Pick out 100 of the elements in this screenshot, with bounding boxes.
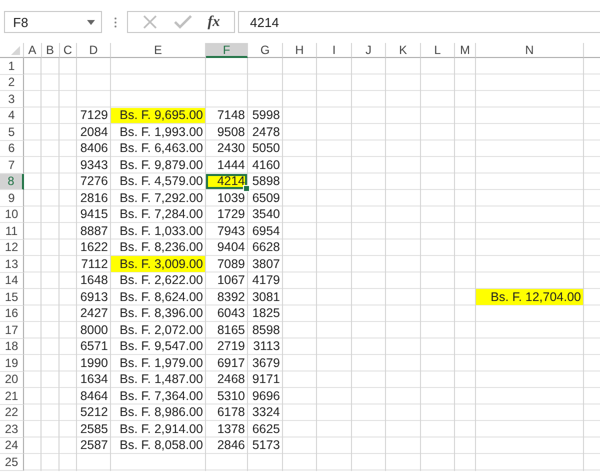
table-cell[interactable]: 1067 <box>206 272 247 288</box>
row-header[interactable]: 10 <box>0 206 24 223</box>
table-cell[interactable]: 4214 <box>206 174 247 189</box>
cancel-icon[interactable] <box>142 14 158 30</box>
column-header[interactable]: C <box>60 43 77 58</box>
row-header[interactable]: 12 <box>0 240 24 256</box>
table-cell[interactable]: 7148 <box>206 108 247 123</box>
table-cell[interactable]: Bs. F. 8,236.00 <box>111 240 205 255</box>
table-cell[interactable]: Bs. F. 2,914.00 <box>111 421 205 436</box>
table-cell[interactable]: 8406 <box>77 140 110 156</box>
table-cell[interactable]: Bs. F. 8,058.00 <box>111 438 205 453</box>
table-cell[interactable]: 9508 <box>206 124 247 140</box>
table-cell[interactable]: 1039 <box>206 190 247 206</box>
table-cell[interactable]: 2585 <box>77 421 110 436</box>
row-header[interactable]: 21 <box>0 388 24 404</box>
row-header[interactable]: 8 <box>0 174 24 190</box>
table-cell[interactable]: 8000 <box>77 322 110 338</box>
table-cell[interactable]: 3081 <box>248 289 282 304</box>
table-cell[interactable]: 5050 <box>248 140 282 156</box>
row-header[interactable]: 22 <box>0 404 24 421</box>
table-cell[interactable]: 2430 <box>206 140 247 156</box>
table-cell[interactable]: 4179 <box>248 272 282 288</box>
table-cell[interactable]: 8887 <box>77 223 110 238</box>
table-cell[interactable]: Bs. F. 3,009.00 <box>111 256 205 272</box>
row-header[interactable]: 20 <box>0 372 24 388</box>
table-cell[interactable]: Bs. F. 8,986.00 <box>111 404 205 420</box>
table-cell[interactable]: 9171 <box>248 372 282 387</box>
table-cell[interactable]: 9415 <box>77 206 110 222</box>
column-header[interactable]: B <box>42 43 60 58</box>
table-cell[interactable]: 5898 <box>248 174 282 189</box>
table-cell[interactable]: 6913 <box>77 289 110 304</box>
table-cell[interactable]: 2816 <box>77 190 110 206</box>
table-cell[interactable]: Bs. F. 1,487.00 <box>111 372 205 387</box>
table-cell[interactable]: 5212 <box>77 404 110 420</box>
table-cell[interactable]: Bs. F. 6,463.00 <box>111 140 205 156</box>
column-header[interactable]: F <box>206 43 248 58</box>
table-cell[interactable]: 7276 <box>77 174 110 189</box>
row-header[interactable]: 25 <box>0 454 24 470</box>
name-box[interactable]: F8 <box>4 11 102 33</box>
table-cell[interactable]: 2719 <box>206 338 247 354</box>
table-cell[interactable]: Bs. F. 9,695.00 <box>111 108 205 123</box>
column-header[interactable]: K <box>386 43 421 58</box>
check-icon[interactable] <box>174 15 192 29</box>
row-header[interactable]: 23 <box>0 421 24 438</box>
table-cell[interactable]: 8392 <box>206 289 247 304</box>
row-header[interactable]: 1 <box>0 58 24 74</box>
table-cell[interactable]: 7943 <box>206 223 247 238</box>
select-all-corner[interactable] <box>0 43 24 58</box>
table-cell[interactable]: 3679 <box>248 355 282 370</box>
row-header[interactable]: 17 <box>0 322 24 338</box>
row-header[interactable]: 7 <box>0 157 24 174</box>
table-cell[interactable]: 6954 <box>248 223 282 238</box>
table-cell[interactable]: Bs. F. 1,033.00 <box>111 223 205 238</box>
table-cell[interactable]: 9404 <box>206 240 247 255</box>
table-cell[interactable]: 4160 <box>248 157 282 172</box>
table-cell[interactable]: 6625 <box>248 421 282 436</box>
table-cell[interactable]: 7112 <box>77 256 110 272</box>
table-cell[interactable]: 5310 <box>206 388 247 404</box>
table-cell[interactable]: 6509 <box>248 190 282 206</box>
table-cell[interactable]: 8464 <box>77 388 110 404</box>
row-header[interactable]: 19 <box>0 355 24 372</box>
table-cell[interactable]: 1648 <box>77 272 110 288</box>
table-cell[interactable]: 1444 <box>206 157 247 172</box>
more-options-icon[interactable] <box>114 16 117 28</box>
table-cell[interactable]: 8598 <box>248 322 282 338</box>
table-cell[interactable]: 3540 <box>248 206 282 222</box>
row-header[interactable]: 5 <box>0 124 24 140</box>
row-header[interactable]: 4 <box>0 108 24 124</box>
fill-handle[interactable] <box>243 185 250 192</box>
table-cell[interactable]: 1825 <box>248 306 282 321</box>
insert-function-button[interactable]: fx <box>208 14 220 30</box>
column-header[interactable]: J <box>352 43 386 58</box>
row-header[interactable]: 11 <box>0 223 24 240</box>
table-cell[interactable]: Bs. F. 1,979.00 <box>111 355 205 370</box>
table-cell[interactable]: 1622 <box>77 240 110 255</box>
table-cell[interactable]: Bs. F. 7,364.00 <box>111 388 205 404</box>
table-cell[interactable]: 6043 <box>206 306 247 321</box>
table-cell[interactable]: Bs. F. 8,624.00 <box>111 289 205 304</box>
row-header[interactable]: 3 <box>0 91 24 108</box>
row-header[interactable]: 24 <box>0 438 24 454</box>
table-cell[interactable]: 1729 <box>206 206 247 222</box>
select-all-icon[interactable] <box>11 46 20 55</box>
table-cell[interactable]: 1990 <box>77 355 110 370</box>
row-header[interactable]: 2 <box>0 74 24 91</box>
table-cell[interactable]: 7089 <box>206 256 247 272</box>
column-header[interactable]: N <box>476 43 584 58</box>
table-cell[interactable]: 2846 <box>206 438 247 453</box>
table-cell[interactable]: Bs. F. 12,704.00 <box>476 289 583 304</box>
table-cell[interactable]: Bs. F. 9,547.00 <box>111 338 205 354</box>
table-cell[interactable]: Bs. F. 4,579.00 <box>111 174 205 189</box>
table-cell[interactable]: 3324 <box>248 404 282 420</box>
table-cell[interactable]: 2084 <box>77 124 110 140</box>
row-header[interactable]: 14 <box>0 272 24 289</box>
table-cell[interactable]: 2478 <box>248 124 282 140</box>
table-cell[interactable]: 9343 <box>77 157 110 172</box>
column-header[interactable]: L <box>421 43 455 58</box>
table-cell[interactable]: 3113 <box>248 338 282 354</box>
table-cell[interactable]: Bs. F. 1,993.00 <box>111 124 205 140</box>
row-header[interactable]: 16 <box>0 306 24 322</box>
table-cell[interactable]: 2427 <box>77 306 110 321</box>
